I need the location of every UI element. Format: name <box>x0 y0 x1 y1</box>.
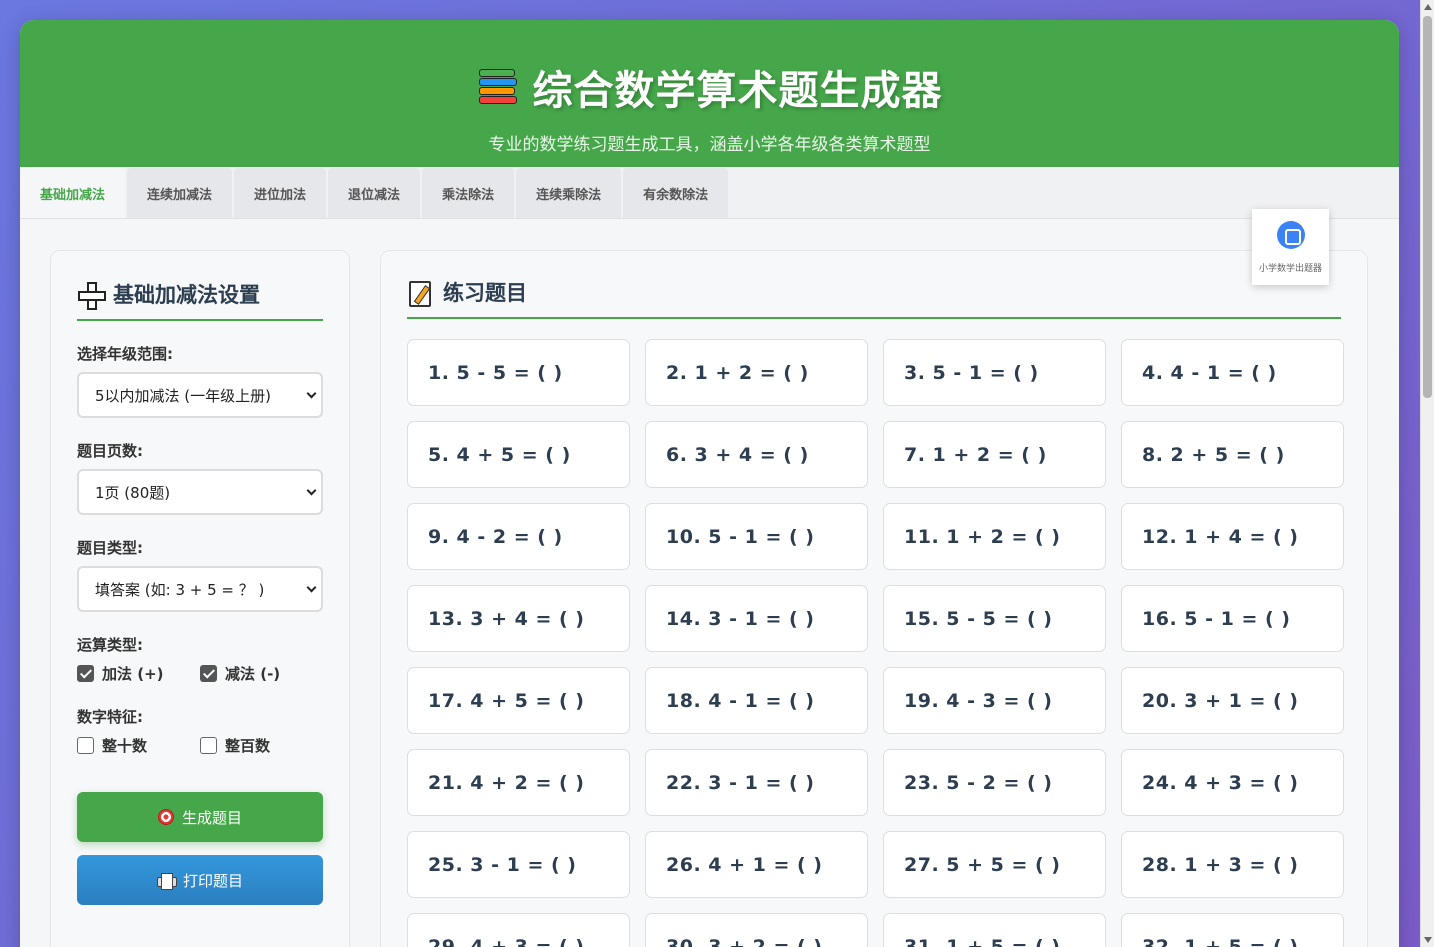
subtraction-option[interactable]: 减法 (-) <box>200 663 323 684</box>
question-card: 16. 5 - 1 = ( ) <box>1121 585 1344 652</box>
page-scrollbar[interactable] <box>1420 0 1434 947</box>
question-card: 31. 1 + 5 = ( ) <box>883 913 1106 947</box>
tens-label: 整十数 <box>102 737 148 755</box>
question-card: 11. 1 + 2 = ( ) <box>883 503 1106 570</box>
hundreds-label: 整百数 <box>225 737 271 755</box>
chevron-down-icon <box>306 485 317 496</box>
ops-label: 运算类型: <box>77 636 143 654</box>
practice-title: 练习题目 <box>407 277 1341 319</box>
print-button-label: 打印题目 <box>182 871 243 890</box>
question-card: 29. 4 + 3 = ( ) <box>407 913 630 947</box>
scroll-down-icon[interactable] <box>1424 937 1432 943</box>
target-icon <box>157 809 174 825</box>
printer-icon <box>156 872 177 890</box>
addition-label: 加法 (+) <box>102 665 164 683</box>
question-card: 7. 1 + 2 = ( ) <box>883 421 1106 488</box>
pages-label: 题目页数: <box>77 442 143 460</box>
grade-select[interactable]: 5以内加减法 (一年级上册) <box>77 372 323 418</box>
settings-title-text: 基础加减法设置 <box>113 283 260 307</box>
question-card: 19. 4 - 3 = ( ) <box>883 667 1106 734</box>
question-card: 24. 4 + 3 = ( ) <box>1121 749 1344 816</box>
question-card: 23. 5 - 2 = ( ) <box>883 749 1106 816</box>
question-card: 10. 5 - 1 = ( ) <box>645 503 868 570</box>
question-card: 5. 4 + 5 = ( ) <box>407 421 630 488</box>
scroll-up-icon[interactable] <box>1424 4 1432 10</box>
books-icon <box>477 67 519 107</box>
print-button[interactable]: 打印题目 <box>77 855 323 905</box>
app-container: 综合数学算术题生成器 专业的数学练习题生成工具，涵盖小学各年级各类算术题型 基础… <box>20 20 1399 947</box>
question-card: 6. 3 + 4 = ( ) <box>645 421 868 488</box>
question-card: 9. 4 - 2 = ( ) <box>407 503 630 570</box>
chevron-down-icon <box>306 388 317 399</box>
question-card: 32. 1 + 5 = ( ) <box>1121 913 1344 947</box>
type-label: 题目类型: <box>77 539 143 557</box>
scroll-thumb[interactable] <box>1423 16 1432 398</box>
settings-panel: 基础加减法设置 选择年级范围: 5以内加减法 (一年级上册) 题目页数: 1页 … <box>50 250 350 947</box>
page-header: 综合数学算术题生成器 专业的数学练习题生成工具，涵盖小学各年级各类算术题型 <box>20 20 1399 167</box>
tab-carry-addition[interactable]: 进位加法 <box>234 168 327 218</box>
page-title: 综合数学算术题生成器 <box>532 68 943 114</box>
memo-icon <box>407 279 433 307</box>
pages-select-value: 1页 (80题) <box>95 483 171 502</box>
settings-title: 基础加减法设置 <box>77 279 323 321</box>
question-card: 26. 4 + 1 = ( ) <box>645 831 868 898</box>
question-card: 18. 4 - 1 = ( ) <box>645 667 868 734</box>
tab-continuous-multiply-divide[interactable]: 连续乘除法 <box>516 168 622 218</box>
question-card: 28. 1 + 3 = ( ) <box>1121 831 1344 898</box>
question-card: 2. 1 + 2 = ( ) <box>645 339 868 406</box>
question-card: 12. 1 + 4 = ( ) <box>1121 503 1344 570</box>
pages-select[interactable]: 1页 (80题) <box>77 469 323 515</box>
addition-option[interactable]: 加法 (+) <box>77 663 200 684</box>
calculator-icon <box>1276 221 1305 249</box>
feature-label: 数字特征: <box>77 708 143 726</box>
subtraction-label: 减法 (-) <box>225 665 281 683</box>
type-select[interactable]: 填答案 (如: 3 + 5 = ？ ) <box>77 566 323 612</box>
question-card: 13. 3 + 4 = ( ) <box>407 585 630 652</box>
hundreds-option[interactable]: 整百数 <box>200 735 323 756</box>
question-grid: 1. 5 - 5 = ( ) 2. 1 + 2 = ( ) 3. 5 - 1 =… <box>407 339 1344 947</box>
page-subtitle: 专业的数学练习题生成工具，涵盖小学各年级各类算术题型 <box>488 135 931 155</box>
generate-button-label: 生成题目 <box>181 808 242 827</box>
subtraction-checkbox[interactable] <box>200 665 217 682</box>
tab-borrow-subtraction[interactable]: 退位减法 <box>328 168 421 218</box>
question-card: 3. 5 - 1 = ( ) <box>883 339 1106 406</box>
tens-option[interactable]: 整十数 <box>77 735 200 756</box>
practice-title-text: 练习题目 <box>443 281 527 305</box>
hundreds-checkbox[interactable] <box>200 737 217 754</box>
tab-remainder-division[interactable]: 有余数除法 <box>623 168 729 218</box>
grade-label: 选择年级范围: <box>77 345 173 363</box>
question-card: 30. 3 + 2 = ( ) <box>645 913 868 947</box>
tab-multiply-divide[interactable]: 乘法除法 <box>422 168 515 218</box>
question-card: 4. 4 - 1 = ( ) <box>1121 339 1344 406</box>
generate-button[interactable]: 生成题目 <box>77 792 323 842</box>
question-card: 8. 2 + 5 = ( ) <box>1121 421 1344 488</box>
question-card: 27. 5 + 5 = ( ) <box>883 831 1106 898</box>
question-card: 14. 3 - 1 = ( ) <box>645 585 868 652</box>
addition-checkbox[interactable] <box>77 665 94 682</box>
practice-panel: 练习题目 1. 5 - 5 = ( ) 2. 1 + 2 = ( ) 3. 5 … <box>380 250 1368 947</box>
plus-icon <box>77 281 106 310</box>
tens-checkbox[interactable] <box>77 737 94 754</box>
question-card: 17. 4 + 5 = ( ) <box>407 667 630 734</box>
question-card: 1. 5 - 5 = ( ) <box>407 339 630 406</box>
tab-basic-add-sub[interactable]: 基础加减法 <box>20 168 126 218</box>
question-card: 15. 5 - 5 = ( ) <box>883 585 1106 652</box>
tab-bar: 基础加减法 连续加减法 进位加法 退位减法 乘法除法 连续乘除法 有余数除法 <box>20 167 1399 219</box>
chevron-down-icon <box>306 582 317 593</box>
tab-continuous-add-sub[interactable]: 连续加减法 <box>127 168 233 218</box>
question-card: 21. 4 + 2 = ( ) <box>407 749 630 816</box>
type-select-value: 填答案 (如: 3 + 5 = ？ ) <box>95 580 265 599</box>
widget-label: 小学数学出题器 <box>1258 264 1322 274</box>
math-generator-widget[interactable]: 小学数学出题器 <box>1252 209 1329 285</box>
question-card: 22. 3 - 1 = ( ) <box>645 749 868 816</box>
grade-select-value: 5以内加减法 (一年级上册) <box>95 386 272 405</box>
question-card: 20. 3 + 1 = ( ) <box>1121 667 1344 734</box>
question-card: 25. 3 - 1 = ( ) <box>407 831 630 898</box>
